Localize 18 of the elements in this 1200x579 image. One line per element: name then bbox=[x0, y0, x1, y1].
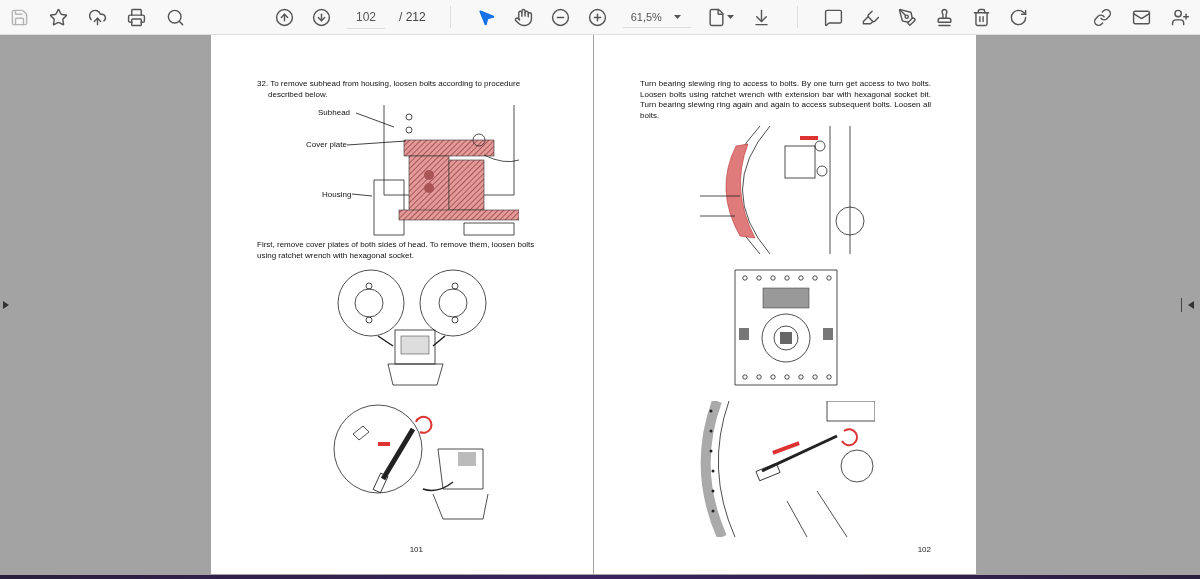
zoom-field[interactable]: 61,5% bbox=[622, 6, 691, 28]
leader-line bbox=[355, 112, 395, 128]
callout-label: Subhead bbox=[318, 108, 351, 117]
caret-icon bbox=[673, 14, 681, 19]
instruction-text: First, remove cover plates of both sides of head. To remove them, loosen bolts using ratchet wrench with hexagonal socket. bbox=[257, 240, 536, 261]
callout-label: Cover plate bbox=[306, 140, 347, 149]
leader-line bbox=[351, 193, 373, 197]
caret-icon bbox=[726, 15, 734, 19]
expand-right-icon[interactable] bbox=[1188, 301, 1194, 309]
page-number-field[interactable]: 102 bbox=[347, 5, 385, 29]
page-total: / 212 bbox=[399, 10, 426, 24]
page-number: 102 bbox=[916, 545, 931, 554]
leader-line bbox=[346, 140, 407, 146]
callout-label: Housing bbox=[322, 190, 352, 199]
instruction-text: 32. To remove subhead from housing, loosen bolts according to procedure described below. bbox=[257, 79, 522, 100]
page-number: 101 bbox=[408, 545, 424, 554]
expand-left-icon[interactable] bbox=[3, 301, 9, 309]
instruction-text: Turn bearing slewing ring to access to bolts. By one turn get access to two bolts. Loosen bolts using ratchet wrench with extension bar with hexagonal socket bit. Turn bearing slewing ring again and again to access subsequent bolts. Loosen all bolts. bbox=[640, 79, 931, 121]
